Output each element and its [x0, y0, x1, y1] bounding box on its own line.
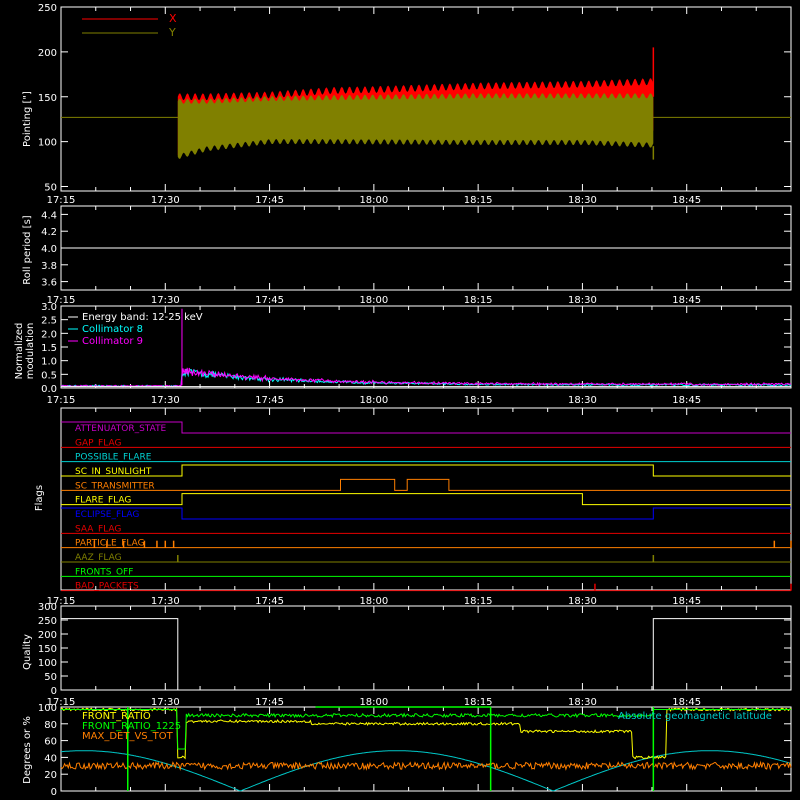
y-tick-label: 4.2: [41, 227, 57, 238]
collimator9-label: Collimator 9: [82, 336, 143, 347]
y-tick-label: 1.0: [41, 357, 57, 368]
time-tick-label: 18:45: [672, 596, 701, 607]
y-tick-label: 4.4: [41, 210, 57, 221]
time-tick-label: 17:15: [47, 395, 76, 406]
y-tick-label: 150: [38, 644, 57, 655]
flag-label: SC_IN_SUNLIGHT: [75, 467, 152, 477]
y-axis-label-modulation-line2: modulation: [25, 323, 36, 380]
time-tick-label: 17:45: [255, 195, 284, 206]
flag-label: PARTICLE_FLAG: [75, 539, 145, 549]
time-tick-label: 17:30: [151, 295, 180, 306]
time-tick-label: 17:15: [47, 195, 76, 206]
y-tick-label: 100: [38, 138, 57, 149]
flag-label: SAA_FLAG: [75, 524, 121, 534]
y-tick-label: 200: [38, 48, 57, 59]
time-tick-label: 18:30: [568, 195, 597, 206]
y-tick-label: 50: [44, 672, 57, 683]
time-tick-label: 18:00: [359, 596, 388, 607]
flag-label: ATTENUATOR_STATE: [75, 424, 167, 434]
y-tick-label: 100: [38, 658, 57, 669]
flag-label: GAP_FLAG: [75, 438, 121, 448]
time-tick-label: 17:45: [255, 596, 284, 607]
y-tick-label: 0.0: [41, 384, 57, 395]
legend-y-label: Y: [168, 26, 176, 39]
time-tick-label: 18:45: [672, 295, 701, 306]
time-tick-label: 18:45: [672, 697, 701, 708]
y-axis-label-flags: Flags: [34, 485, 45, 511]
y-tick-label: 0: [51, 787, 57, 798]
y-tick-label: 100: [38, 703, 57, 714]
flag-label: FLARE_FLAG: [75, 496, 131, 506]
y-tick-label: 0.5: [41, 370, 57, 381]
y-axis-label-roll-period: Roll period [s]: [22, 215, 33, 284]
y-tick-label: 0: [51, 686, 57, 697]
y-axis-label-degrees: Degrees or %: [22, 716, 33, 784]
y-tick-label: 200: [38, 630, 57, 641]
time-tick-label: 17:45: [255, 395, 284, 406]
max-det-vs-tot-label: MAX_DET_VS_TOT: [82, 731, 174, 742]
y-tick-label: 3.0: [41, 302, 57, 313]
y-tick-label: 3.8: [41, 261, 57, 272]
y-tick-label: 4.0: [41, 244, 57, 255]
time-tick-label: 18:15: [464, 596, 493, 607]
time-tick-label: 17:45: [255, 697, 284, 708]
y-tick-label: 300: [38, 602, 57, 613]
y-axis-label-pointing: Pointing ["]: [22, 91, 33, 147]
y-tick-label: 80: [44, 720, 57, 731]
flag-label: AAZ_FLAG: [75, 553, 122, 563]
y-tick-label: 250: [38, 3, 57, 14]
collimator8-label: Collimator 8: [82, 324, 143, 335]
y-axis-label-modulation-line1: Normalized: [14, 323, 25, 380]
flag-label: FRONTS_OFF: [75, 567, 133, 577]
time-tick-label: 18:15: [464, 195, 493, 206]
time-tick-label: 18:30: [568, 697, 597, 708]
time-tick-label: 17:30: [151, 697, 180, 708]
legend-x-label: X: [169, 12, 177, 25]
y-tick-label: 1.5: [41, 343, 57, 354]
y-tick-label: 50: [44, 183, 57, 194]
flag-label: ECLIPSE_FLAG: [75, 510, 139, 520]
time-tick-label: 18:00: [359, 295, 388, 306]
y-tick-label: 3.6: [41, 278, 57, 289]
time-tick-label: 18:15: [464, 395, 493, 406]
y-axis-label-quality: Quality: [22, 634, 33, 670]
time-tick-label: 17:30: [151, 596, 180, 607]
time-tick-label: 18:00: [359, 395, 388, 406]
time-tick-label: 18:45: [672, 395, 701, 406]
time-tick-label: 18:15: [464, 295, 493, 306]
y-tick-label: 150: [38, 93, 57, 104]
y-tick-label: 250: [38, 616, 57, 627]
figure: 17:15 17:30 17:45 18:00 18:15 18:30 18:45 17:15…: [0, 0, 800, 800]
time-tick-label: 18:00: [359, 195, 388, 206]
time-tick-label: 17:45: [255, 295, 284, 306]
flag-label: BAD_PACKETS: [75, 582, 139, 592]
time-tick-label: 18:30: [568, 596, 597, 607]
time-tick-label: 18:45: [672, 195, 701, 206]
latitude-label: Absolute geomagnetic latitude: [618, 711, 772, 722]
flag-label: POSSIBLE_FLARE: [75, 453, 152, 463]
y-tick-label: 2.0: [41, 329, 57, 340]
y-tick-label: 40: [44, 753, 57, 764]
time-tick-label: 17:30: [151, 195, 180, 206]
flag-label: SC_TRANSMITTER: [75, 481, 155, 491]
y-tick-label: 20: [44, 770, 57, 781]
y-tick-label: 60: [44, 737, 57, 748]
y-tick-label: 2.5: [41, 316, 57, 327]
time-tick-label: 17:30: [151, 395, 180, 406]
time-tick-label: 18:30: [568, 295, 597, 306]
time-tick-label: 18:30: [568, 395, 597, 406]
energy-band-label: Energy band: 12-25 keV: [82, 312, 203, 323]
